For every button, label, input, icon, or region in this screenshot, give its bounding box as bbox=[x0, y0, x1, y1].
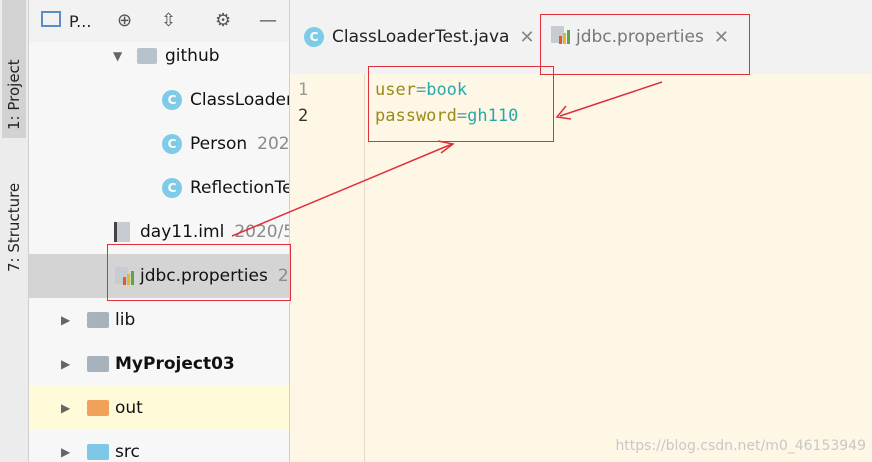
annotation-arrow-line bbox=[231, 143, 453, 237]
annotation-arrows bbox=[231, 81, 663, 237]
watermark: https://blog.csdn.net/m0_46153949 bbox=[615, 438, 866, 454]
annotation-arrow-line bbox=[559, 81, 663, 117]
